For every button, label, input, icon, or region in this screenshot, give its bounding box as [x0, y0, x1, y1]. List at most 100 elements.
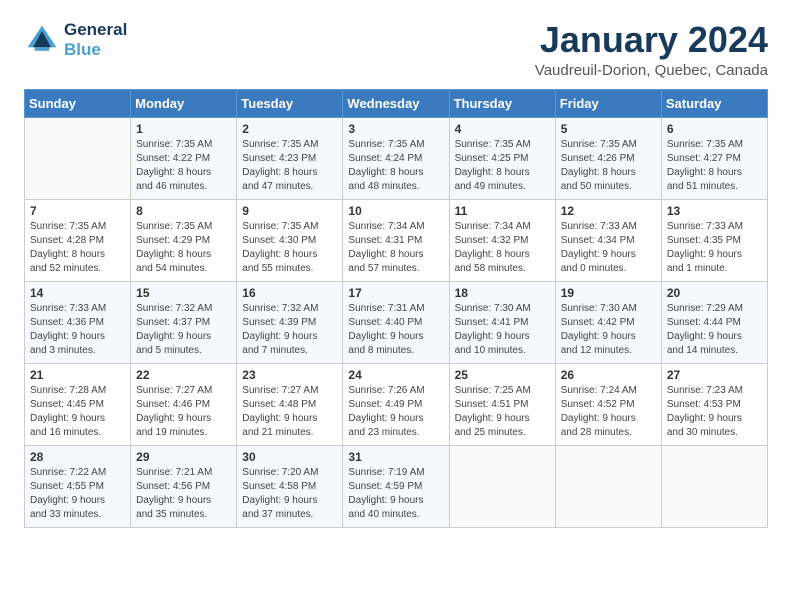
- day-info: Sunrise: 7:33 AMSunset: 4:36 PMDaylight:…: [30, 302, 125, 358]
- day-number: 4: [455, 122, 550, 136]
- day-number: 3: [348, 122, 443, 136]
- calendar-cell: 11Sunrise: 7:34 AMSunset: 4:32 PMDayligh…: [449, 199, 555, 281]
- logo-icon: [24, 22, 60, 58]
- calendar-cell: [555, 445, 661, 527]
- day-number: 13: [667, 204, 762, 218]
- day-number: 15: [136, 286, 231, 300]
- week-row-1: 1Sunrise: 7:35 AMSunset: 4:22 PMDaylight…: [25, 117, 768, 199]
- subtitle: Vaudreuil-Dorion, Quebec, Canada: [535, 62, 768, 79]
- week-row-3: 14 Sunrise: 7:33 AMSunset: 4:36 PMDayligh…: [25, 281, 768, 363]
- col-sunday: Sunday: [25, 89, 131, 117]
- week-row-5: 28Sunrise: 7:22 AMSunset: 4:55 PMDayligh…: [25, 445, 768, 527]
- calendar-cell: 4 Sunrise: 7:35 AMSunset: 4:25 PMDaylight…: [449, 117, 555, 199]
- day-number: 29: [136, 450, 231, 464]
- day-info: Sunrise: 7:19 AMSunset: 4:59 PMDaylight:…: [348, 466, 443, 522]
- day-number: 26: [561, 368, 656, 382]
- day-info: Sunrise: 7:32 AMSunset: 4:39 PMDaylight:…: [242, 302, 337, 358]
- calendar-cell: 1Sunrise: 7:35 AMSunset: 4:22 PMDaylight…: [131, 117, 237, 199]
- calendar-cell: 25 Sunrise: 7:25 AMSunset: 4:51 PMDayligh…: [449, 363, 555, 445]
- col-thursday: Thursday: [449, 89, 555, 117]
- day-number: 27: [667, 368, 762, 382]
- day-info: Sunrise: 7:25 AMSunset: 4:51 PMDaylight:…: [455, 384, 550, 440]
- day-info: Sunrise: 7:30 AMSunset: 4:42 PMDaylight:…: [561, 302, 656, 358]
- calendar-header: Sunday Monday Tuesday Wednesday Thursday…: [25, 89, 768, 117]
- calendar-cell: 28Sunrise: 7:22 AMSunset: 4:55 PMDayligh…: [25, 445, 131, 527]
- day-number: 2: [242, 122, 337, 136]
- day-number: 22: [136, 368, 231, 382]
- calendar-cell: 5 Sunrise: 7:35 AMSunset: 4:26 PMDaylight…: [555, 117, 661, 199]
- day-number: 31: [348, 450, 443, 464]
- calendar-cell: 2 Sunrise: 7:35 AMSunset: 4:23 PMDaylight…: [237, 117, 343, 199]
- day-info: Sunrise: 7:27 AMSunset: 4:46 PMDaylight:…: [136, 384, 231, 440]
- day-info: Sunrise: 7:33 AMSunset: 4:35 PMDaylight:…: [667, 220, 762, 276]
- day-number: 24: [348, 368, 443, 382]
- week-row-2: 7 Sunrise: 7:35 AMSunset: 4:28 PMDaylight…: [25, 199, 768, 281]
- day-info: Sunrise: 7:34 AMSunset: 4:32 PMDaylight:…: [455, 220, 550, 276]
- day-number: 8: [136, 204, 231, 218]
- col-friday: Friday: [555, 89, 661, 117]
- day-info: Sunrise: 7:28 AMSunset: 4:45 PMDaylight:…: [30, 384, 125, 440]
- calendar-cell: 22 Sunrise: 7:27 AMSunset: 4:46 PMDayligh…: [131, 363, 237, 445]
- day-number: 16: [242, 286, 337, 300]
- calendar-cell: 14 Sunrise: 7:33 AMSunset: 4:36 PMDayligh…: [25, 281, 131, 363]
- calendar-cell: 23 Sunrise: 7:27 AMSunset: 4:48 PMDayligh…: [237, 363, 343, 445]
- day-number: 20: [667, 286, 762, 300]
- calendar-cell: 6 Sunrise: 7:35 AMSunset: 4:27 PMDaylight…: [661, 117, 767, 199]
- day-info: Sunrise: 7:21 AMSunset: 4:56 PMDaylight:…: [136, 466, 231, 522]
- day-info: Sunrise: 7:35 AMSunset: 4:28 PMDaylight:…: [30, 220, 125, 276]
- main-title: January 2024: [535, 20, 768, 60]
- day-info: Sunrise: 7:35 AMSunset: 4:22 PMDaylight:…: [136, 138, 231, 194]
- day-info: Sunrise: 7:35 AMSunset: 4:24 PMDaylight:…: [348, 138, 443, 194]
- calendar-table: Sunday Monday Tuesday Wednesday Thursday…: [24, 89, 768, 528]
- day-info: Sunrise: 7:29 AMSunset: 4:44 PMDaylight:…: [667, 302, 762, 358]
- day-info: Sunrise: 7:23 AMSunset: 4:53 PMDaylight:…: [667, 384, 762, 440]
- calendar-cell: 31 Sunrise: 7:19 AMSunset: 4:59 PMDayligh…: [343, 445, 449, 527]
- calendar-cell: 18Sunrise: 7:30 AMSunset: 4:41 PMDayligh…: [449, 281, 555, 363]
- day-info: Sunrise: 7:33 AMSunset: 4:34 PMDaylight:…: [561, 220, 656, 276]
- col-wednesday: Wednesday: [343, 89, 449, 117]
- page: General Blue January 2024 Vaudreuil-Dori…: [0, 0, 792, 612]
- day-number: 23: [242, 368, 337, 382]
- day-info: Sunrise: 7:35 AMSunset: 4:27 PMDaylight:…: [667, 138, 762, 194]
- day-number: 7: [30, 204, 125, 218]
- title-area: January 2024 Vaudreuil-Dorion, Quebec, C…: [535, 20, 768, 79]
- calendar-cell: 7 Sunrise: 7:35 AMSunset: 4:28 PMDaylight…: [25, 199, 131, 281]
- day-number: 25: [455, 368, 550, 382]
- day-number: 18: [455, 286, 550, 300]
- calendar-cell: 17Sunrise: 7:31 AMSunset: 4:40 PMDayligh…: [343, 281, 449, 363]
- day-info: Sunrise: 7:35 AMSunset: 4:25 PMDaylight:…: [455, 138, 550, 194]
- col-tuesday: Tuesday: [237, 89, 343, 117]
- calendar-body: 1Sunrise: 7:35 AMSunset: 4:22 PMDaylight…: [25, 117, 768, 527]
- calendar-cell: [25, 117, 131, 199]
- calendar-cell: [661, 445, 767, 527]
- calendar-cell: 20 Sunrise: 7:29 AMSunset: 4:44 PMDayligh…: [661, 281, 767, 363]
- logo: General Blue: [24, 20, 127, 61]
- day-info: Sunrise: 7:35 AMSunset: 4:26 PMDaylight:…: [561, 138, 656, 194]
- calendar-cell: 3 Sunrise: 7:35 AMSunset: 4:24 PMDaylight…: [343, 117, 449, 199]
- day-number: 28: [30, 450, 125, 464]
- calendar-cell: 30 Sunrise: 7:20 AMSunset: 4:58 PMDayligh…: [237, 445, 343, 527]
- day-info: Sunrise: 7:35 AMSunset: 4:29 PMDaylight:…: [136, 220, 231, 276]
- day-number: 30: [242, 450, 337, 464]
- calendar-cell: [449, 445, 555, 527]
- day-info: Sunrise: 7:20 AMSunset: 4:58 PMDaylight:…: [242, 466, 337, 522]
- day-number: 21: [30, 368, 125, 382]
- day-info: Sunrise: 7:27 AMSunset: 4:48 PMDaylight:…: [242, 384, 337, 440]
- day-info: Sunrise: 7:31 AMSunset: 4:40 PMDaylight:…: [348, 302, 443, 358]
- calendar-cell: 15Sunrise: 7:32 AMSunset: 4:37 PMDayligh…: [131, 281, 237, 363]
- calendar-cell: 26Sunrise: 7:24 AMSunset: 4:52 PMDayligh…: [555, 363, 661, 445]
- day-info: Sunrise: 7:35 AMSunset: 4:30 PMDaylight:…: [242, 220, 337, 276]
- logo-text: General Blue: [64, 20, 127, 61]
- calendar-cell: 10Sunrise: 7:34 AMSunset: 4:31 PMDayligh…: [343, 199, 449, 281]
- day-number: 6: [667, 122, 762, 136]
- day-number: 14: [30, 286, 125, 300]
- col-saturday: Saturday: [661, 89, 767, 117]
- calendar-cell: 12Sunrise: 7:33 AMSunset: 4:34 PMDayligh…: [555, 199, 661, 281]
- day-info: Sunrise: 7:35 AMSunset: 4:23 PMDaylight:…: [242, 138, 337, 194]
- calendar-cell: 21 Sunrise: 7:28 AMSunset: 4:45 PMDayligh…: [25, 363, 131, 445]
- day-number: 10: [348, 204, 443, 218]
- day-number: 5: [561, 122, 656, 136]
- day-number: 19: [561, 286, 656, 300]
- calendar-cell: 24Sunrise: 7:26 AMSunset: 4:49 PMDayligh…: [343, 363, 449, 445]
- calendar-cell: 27 Sunrise: 7:23 AMSunset: 4:53 PMDayligh…: [661, 363, 767, 445]
